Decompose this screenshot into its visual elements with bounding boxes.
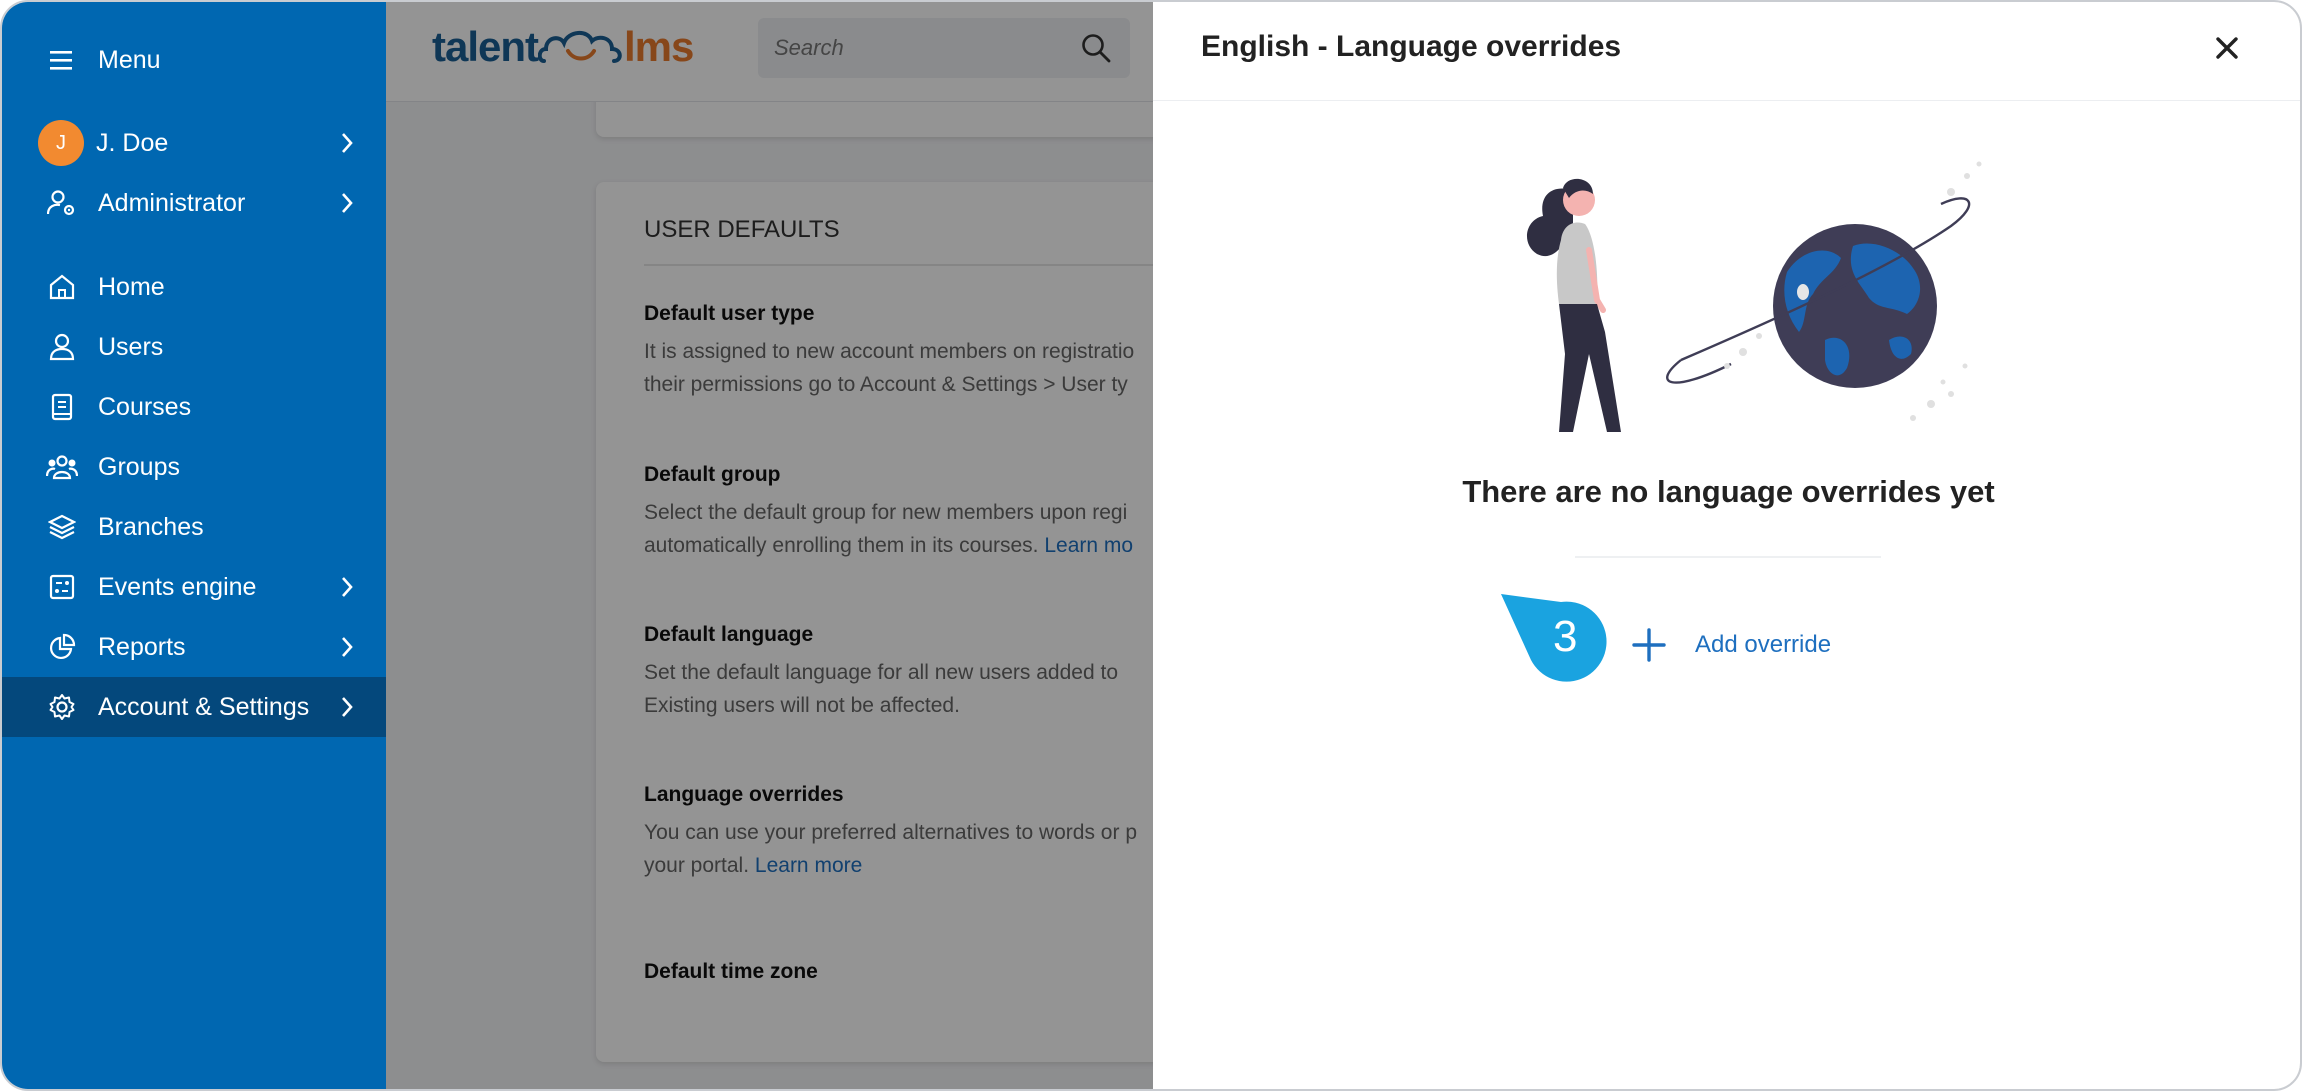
user-profile-item[interactable]: J J. Doe <box>2 113 386 173</box>
pie-chart-icon <box>46 631 78 663</box>
role-switcher[interactable]: Administrator <box>2 173 386 233</box>
panel-title: English - Language overrides <box>1201 30 1622 63</box>
app-window: Menu J J. Doe Administrator Home Users C… <box>0 0 2302 1091</box>
user-gear-icon <box>46 187 78 219</box>
user-name: J. Doe <box>96 128 169 157</box>
sidebar-item-reports[interactable]: Reports <box>2 617 386 677</box>
sidebar-item-branches[interactable]: Branches <box>2 497 386 557</box>
role-label: Administrator <box>98 188 246 217</box>
sidebar-item-label: Users <box>98 332 164 361</box>
empty-state-message: There are no language overrides yet <box>1462 474 1995 509</box>
chevron-right-icon <box>336 636 358 658</box>
language-overrides-panel: English - Language overrides There are n… <box>1153 2 2300 1089</box>
menu-label: Menu <box>98 45 161 74</box>
layers-icon <box>46 511 78 543</box>
sidebar-item-users[interactable]: Users <box>2 317 386 377</box>
events-icon <box>46 571 78 603</box>
chevron-right-icon <box>336 132 358 154</box>
chevron-right-icon <box>336 696 358 718</box>
sidebar-item-courses[interactable]: Courses <box>2 377 386 437</box>
chevron-right-icon <box>336 192 358 214</box>
groups-icon <box>46 451 78 483</box>
sidebar-item-label: Home <box>98 272 165 301</box>
close-button[interactable] <box>2209 30 2245 66</box>
empty-state-illustration <box>1526 161 1982 432</box>
divider <box>1575 556 1881 558</box>
sidebar-item-label: Account & Settings <box>98 692 310 721</box>
sidebar-item-account-settings[interactable]: Account & Settings <box>2 677 386 737</box>
sidebar-item-home[interactable]: Home <box>2 257 386 317</box>
panel-header: English - Language overrides <box>1153 2 2300 101</box>
sidebar-item-label: Branches <box>98 512 204 541</box>
hamburger-icon <box>46 44 78 76</box>
sidebar-item-label: Groups <box>98 452 180 481</box>
menu-toggle[interactable]: Menu <box>2 30 386 90</box>
book-icon <box>46 391 78 423</box>
home-icon <box>46 271 78 303</box>
plus-icon <box>1629 625 1669 665</box>
sidebar-item-events-engine[interactable]: Events engine <box>2 557 386 617</box>
sidebar-item-label: Events engine <box>98 572 257 601</box>
close-icon <box>2216 37 2238 59</box>
step-number: 3 <box>1553 612 1578 661</box>
avatar: J <box>38 120 84 166</box>
add-override-button[interactable]: Add override <box>1629 622 1831 668</box>
add-override-label: Add override <box>1695 631 1832 658</box>
sidebar-item-label: Reports <box>98 632 186 661</box>
gear-icon <box>46 691 78 723</box>
chevron-right-icon <box>336 576 358 598</box>
step-callout: 3 <box>1501 594 1607 682</box>
sidebar-item-label: Courses <box>98 392 192 421</box>
sidebar: Menu J J. Doe Administrator Home Users C… <box>2 2 386 1089</box>
sidebar-item-groups[interactable]: Groups <box>2 437 386 497</box>
user-icon <box>46 331 78 363</box>
